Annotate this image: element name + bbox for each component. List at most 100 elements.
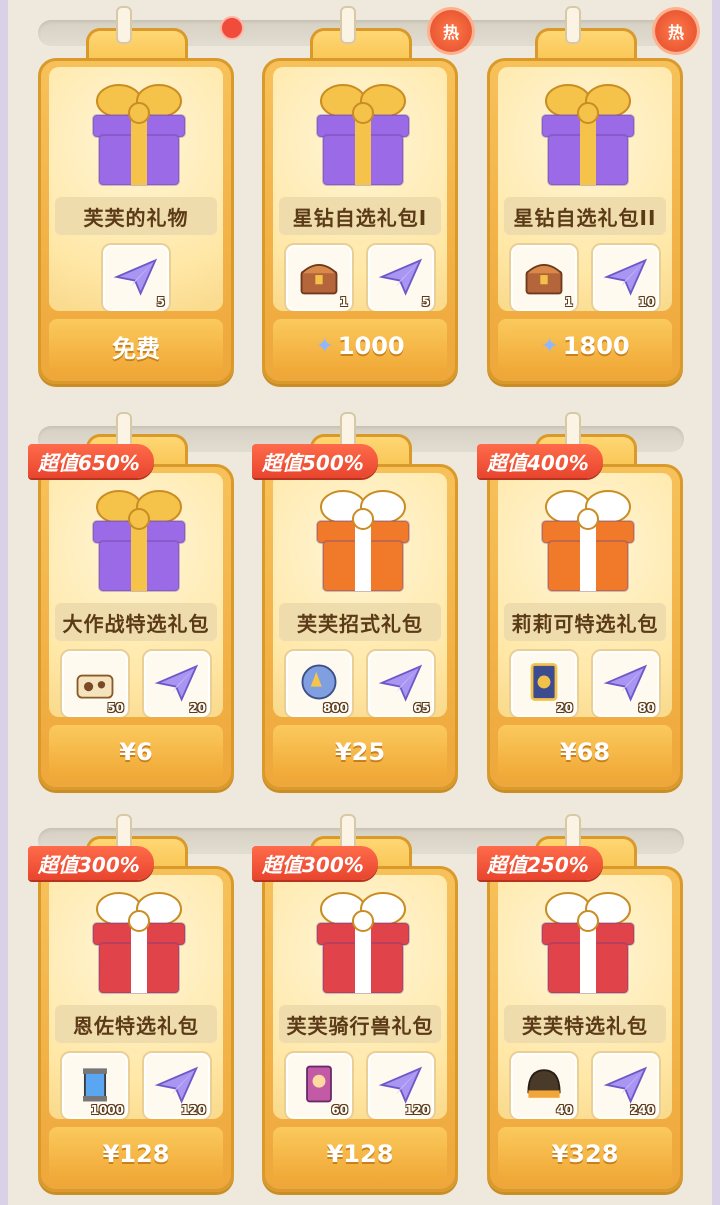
item-quantity: 1: [564, 295, 573, 309]
star-diamond-icon: ✦: [540, 333, 559, 359]
gift-pack-card[interactable]: 芙芙的礼物 5 免费: [38, 6, 244, 384]
reward-item[interactable]: 240: [591, 1051, 661, 1119]
reward-item[interactable]: 20: [142, 649, 212, 717]
value-badge: 超值500%: [252, 444, 378, 478]
card-inner: 芙芙的礼物 5: [49, 67, 223, 311]
pack-items: 1 10: [498, 243, 672, 311]
price-label: 1800: [562, 332, 630, 360]
gift-box-icon: [303, 477, 423, 597]
star-diamond-icon: ✦: [315, 333, 334, 359]
hanger-hook: [565, 6, 581, 44]
hot-badge: 热: [655, 10, 697, 52]
gift-pack-card[interactable]: 大作战特选礼包 50 20 ¥6 超值650%: [28, 412, 234, 790]
pack-items: 20 80: [498, 649, 672, 717]
reward-item[interactable]: 120: [142, 1051, 212, 1119]
paper-plane-icon: [378, 253, 424, 303]
pack-name: 芙芙的礼物: [55, 197, 217, 235]
card-body: 芙芙的礼物 5 免费: [38, 58, 234, 384]
gift-pack-card[interactable]: 芙芙招式礼包 800 65 ¥25 超值500%: [252, 412, 458, 790]
gift-pack-card[interactable]: 莉莉可特选礼包 20 80 ¥68 超值400%: [477, 412, 683, 790]
gift-pack-card[interactable]: 芙芙特选礼包 40 240 ¥328 超值250%: [477, 814, 683, 1192]
reward-item[interactable]: 800: [284, 649, 354, 717]
item-quantity: 120: [180, 1103, 206, 1117]
price-button[interactable]: ✦ 1800: [498, 319, 672, 373]
pack-name: 芙芙特选礼包: [504, 1005, 666, 1043]
gift-pack-card[interactable]: 芙芙骑行兽礼包 60 120 ¥128 超值300%: [252, 814, 458, 1192]
pack-name: 莉莉可特选礼包: [504, 603, 666, 641]
reward-item[interactable]: 1: [509, 243, 579, 311]
gift-box-icon: [303, 71, 423, 191]
value-badge: 超值250%: [477, 846, 603, 880]
item-quantity: 20: [189, 701, 206, 715]
item-quantity: 5: [156, 295, 165, 309]
pack-items: 60 120: [273, 1051, 447, 1119]
hanger-hook: [340, 6, 356, 44]
gift-pack-card[interactable]: 恩佐特选礼包 1000 120 ¥128 超值300%: [28, 814, 234, 1192]
gift-pack-card[interactable]: 星钻自选礼包I 1 5 ✦ 1000 热: [262, 6, 472, 384]
card-body: 星钻自选礼包II 1 10 ✦ 1800: [487, 58, 683, 384]
gift-box-icon: [528, 879, 648, 999]
value-badge: 超值650%: [28, 444, 154, 478]
reward-item[interactable]: 60: [284, 1051, 354, 1119]
gift-box-icon: [303, 879, 423, 999]
reward-item[interactable]: 80: [591, 649, 661, 717]
gift-box-icon: [528, 477, 648, 597]
price-button[interactable]: ✦ 1000: [273, 319, 447, 373]
card-body: 大作战特选礼包 50 20 ¥6: [38, 464, 234, 790]
item-quantity: 240: [629, 1103, 655, 1117]
item-quantity: 65: [413, 701, 430, 715]
price-button[interactable]: ¥128: [273, 1127, 447, 1181]
pack-items: 40 240: [498, 1051, 672, 1119]
notification-dot: [220, 16, 244, 40]
price-button[interactable]: ¥128: [49, 1127, 223, 1181]
item-quantity: 120: [404, 1103, 430, 1117]
reward-item[interactable]: 65: [366, 649, 436, 717]
pack-items: 800 65: [273, 649, 447, 717]
pack-items: 1000 120: [49, 1051, 223, 1119]
reward-item[interactable]: 40: [509, 1051, 579, 1119]
price-label: ¥6: [119, 738, 153, 766]
left-edge: [0, 0, 8, 1205]
value-badge: 超值300%: [28, 846, 154, 880]
item-quantity: 1000: [90, 1103, 124, 1117]
gift-box-icon: [528, 71, 648, 191]
reward-item[interactable]: 5: [366, 243, 436, 311]
reward-item[interactable]: 120: [366, 1051, 436, 1119]
item-quantity: 40: [556, 1103, 573, 1117]
treasure-chest-icon: [296, 253, 342, 303]
price-button[interactable]: ¥68: [498, 725, 672, 779]
card-inner: 恩佐特选礼包 1000 120: [49, 875, 223, 1119]
card-body: 芙芙骑行兽礼包 60 120 ¥128: [262, 866, 458, 1192]
price-label: ¥328: [551, 1140, 619, 1168]
price-button[interactable]: ¥328: [498, 1127, 672, 1181]
item-quantity: 80: [638, 701, 655, 715]
reward-item[interactable]: 1: [284, 243, 354, 311]
value-badge: 超值400%: [477, 444, 603, 478]
price-button[interactable]: 免费: [49, 319, 223, 373]
item-quantity: 1: [339, 295, 348, 309]
gift-pack-card[interactable]: 星钻自选礼包II 1 10 ✦ 1800 热: [487, 6, 697, 384]
reward-item[interactable]: 5: [101, 243, 171, 311]
card-inner: 星钻自选礼包I 1 5: [273, 67, 447, 311]
price-button[interactable]: ¥25: [273, 725, 447, 779]
reward-item[interactable]: 20: [509, 649, 579, 717]
gift-box-icon: [79, 477, 199, 597]
reward-item[interactable]: 10: [591, 243, 661, 311]
price-label: ¥128: [326, 1140, 394, 1168]
price-label: ¥68: [559, 738, 611, 766]
pack-name: 恩佐特选礼包: [55, 1005, 217, 1043]
value-badge: 超值300%: [252, 846, 378, 880]
hanger-hook: [116, 6, 132, 44]
treasure-chest-icon: [521, 253, 567, 303]
reward-item[interactable]: 1000: [60, 1051, 130, 1119]
item-quantity: 5: [421, 295, 430, 309]
reward-item[interactable]: 50: [60, 649, 130, 717]
price-button[interactable]: ¥6: [49, 725, 223, 779]
pack-items: 5: [49, 243, 223, 311]
gift-box-icon: [79, 879, 199, 999]
pack-name: 芙芙招式礼包: [279, 603, 441, 641]
item-quantity: 800: [322, 701, 348, 715]
item-quantity: 50: [107, 701, 124, 715]
card-body: 恩佐特选礼包 1000 120 ¥128: [38, 866, 234, 1192]
card-body: 星钻自选礼包I 1 5 ✦ 1000: [262, 58, 458, 384]
